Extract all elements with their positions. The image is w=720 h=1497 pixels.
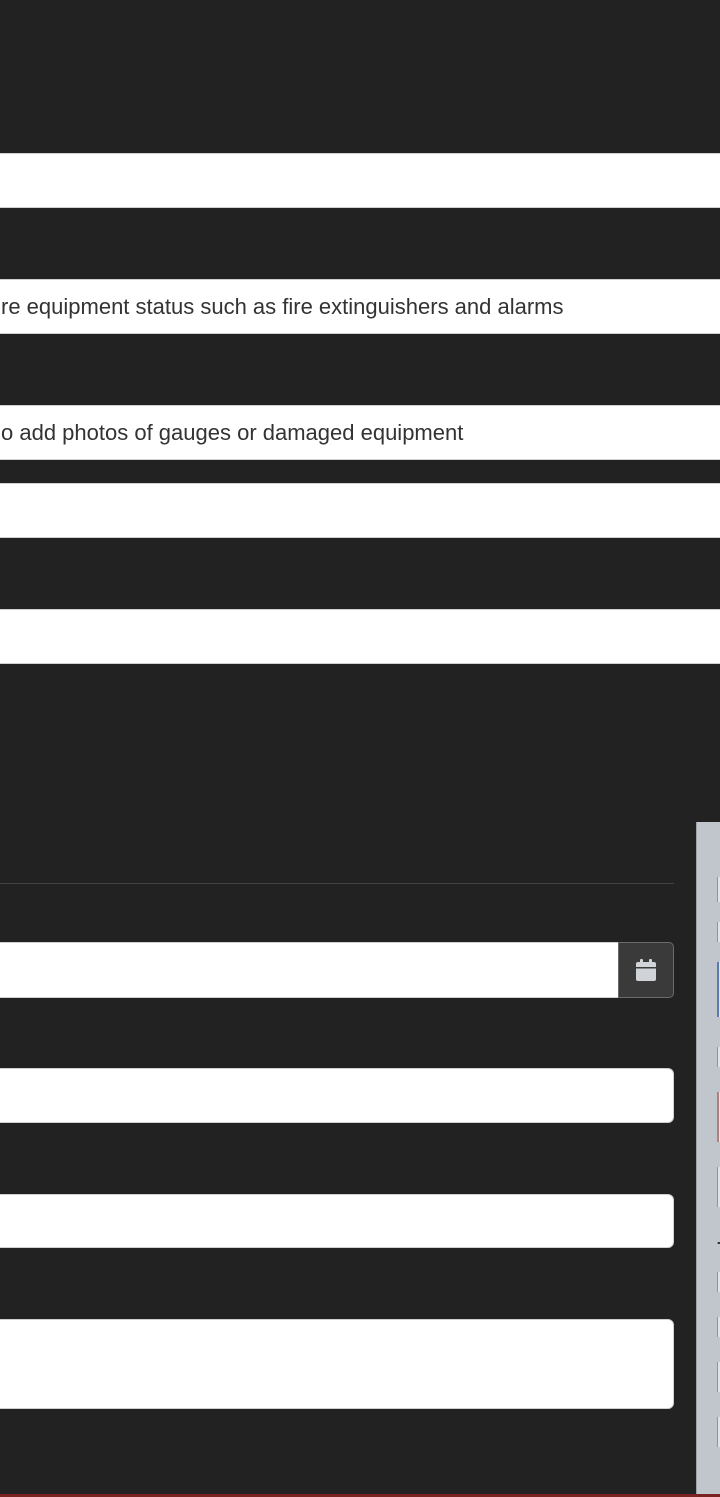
text-field-fire-equipment-value: re equipment status such as fire extingu… (1, 293, 564, 319)
text-field-5[interactable] (0, 609, 720, 664)
notes-textarea[interactable] (0, 1319, 674, 1409)
text-field-1[interactable] (0, 153, 720, 208)
text-field-photos-value: o add photos of gauges or damaged equipm… (1, 419, 464, 445)
side-panel[interactable] (696, 822, 720, 1497)
input-field-b[interactable] (0, 1194, 674, 1248)
calendar-button[interactable] (618, 942, 674, 998)
text-field-4[interactable] (0, 483, 720, 538)
section-divider (0, 883, 674, 884)
date-input[interactable] (0, 942, 620, 998)
calendar-icon (635, 958, 657, 982)
input-field-a[interactable] (0, 1068, 674, 1123)
text-field-photos[interactable]: o add photos of gauges or damaged equipm… (0, 405, 720, 460)
text-field-fire-equipment[interactable]: re equipment status such as fire extingu… (0, 279, 720, 334)
